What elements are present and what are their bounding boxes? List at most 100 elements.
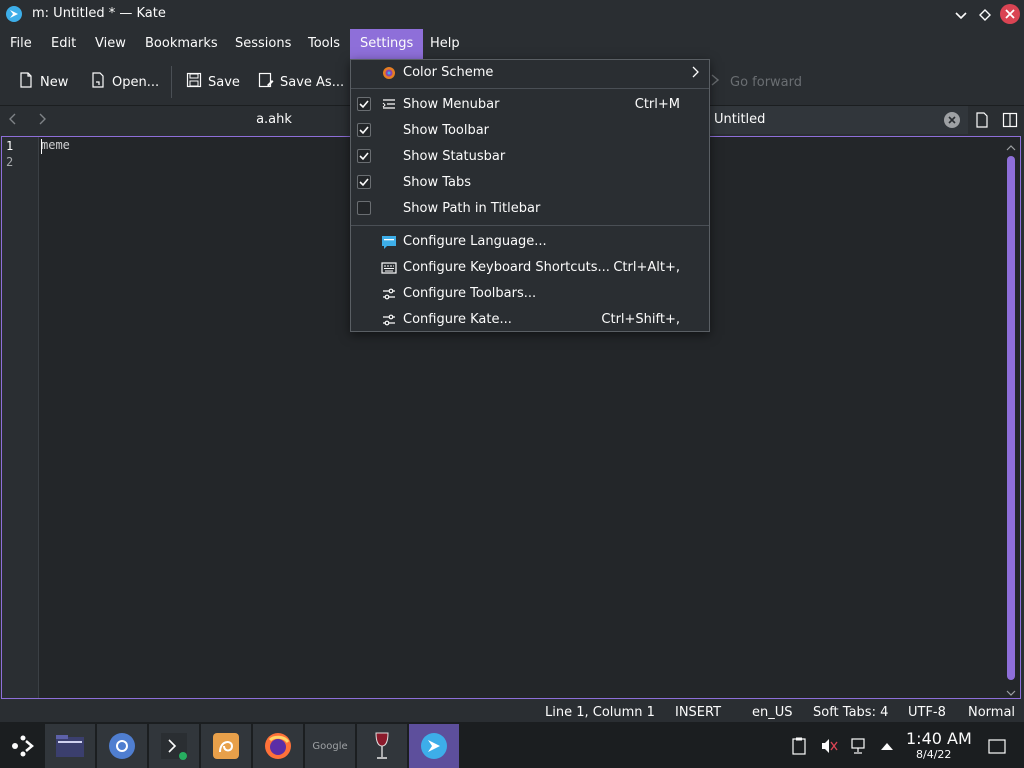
new-button[interactable]: New bbox=[18, 67, 68, 97]
line-number: 2 bbox=[6, 155, 14, 169]
menu-item-color-scheme[interactable]: Color Scheme bbox=[351, 60, 709, 86]
clock-date[interactable]: 8/4/22 bbox=[916, 748, 951, 761]
clock-time[interactable]: 1:40 AM bbox=[906, 729, 972, 748]
menu-view[interactable]: View bbox=[85, 29, 136, 59]
text-cursor bbox=[41, 139, 42, 154]
clipboard-icon[interactable] bbox=[791, 737, 807, 759]
new-tab-icon[interactable] bbox=[974, 112, 990, 132]
save-as-icon bbox=[258, 72, 274, 92]
menu-item-shortcut: Ctrl+Shift+, bbox=[601, 312, 680, 327]
toolbar-separator bbox=[171, 66, 172, 98]
menu-tools[interactable]: Tools bbox=[298, 29, 350, 59]
menu-item-label: Show Statusbar bbox=[403, 149, 506, 164]
google-label: Google bbox=[312, 740, 348, 752]
checkbox-unchecked[interactable] bbox=[357, 201, 371, 215]
maximize-button[interactable] bbox=[976, 6, 994, 24]
checkbox-checked[interactable] bbox=[357, 149, 371, 163]
menu-separator bbox=[351, 225, 709, 226]
menu-item-show-statusbar[interactable]: Show Statusbar bbox=[351, 144, 709, 170]
open-document-icon bbox=[90, 72, 106, 92]
menu-item-label: Show Toolbar bbox=[403, 123, 490, 138]
menu-item-label: Color Scheme bbox=[403, 65, 494, 80]
menu-item-label: Configure Keyboard Shortcuts... bbox=[403, 260, 610, 275]
edit-mode[interactable]: INSERT bbox=[675, 705, 721, 720]
save-as-button-label: Save As... bbox=[280, 74, 345, 90]
menu-item-shortcut: Ctrl+Alt+, bbox=[613, 260, 680, 275]
line-number: 1 bbox=[6, 139, 14, 153]
konsole-icon[interactable] bbox=[149, 724, 199, 768]
menu-bookmarks[interactable]: Bookmarks bbox=[135, 29, 228, 59]
wine-icon[interactable] bbox=[357, 724, 407, 768]
go-forward-icon bbox=[710, 74, 720, 90]
kate-app-icon[interactable] bbox=[6, 6, 22, 22]
menu-item-label: Show Tabs bbox=[403, 175, 471, 190]
scrollbar-thumb[interactable] bbox=[1007, 156, 1015, 680]
file-manager-icon[interactable] bbox=[45, 724, 95, 768]
menu-item-configure-toolbars[interactable]: Configure Toolbars... bbox=[351, 281, 709, 307]
meld-icon[interactable] bbox=[201, 724, 251, 768]
menu-item-label: Configure Toolbars... bbox=[403, 286, 537, 301]
tab-scroll-right-icon[interactable] bbox=[37, 112, 47, 130]
menu-help[interactable]: Help bbox=[420, 29, 470, 59]
menu-item-label: Configure Language... bbox=[403, 234, 547, 249]
submenu-arrow-icon bbox=[691, 66, 699, 82]
save-button[interactable]: Save bbox=[186, 67, 240, 97]
menu-item-configure-keyboard-shortcuts[interactable]: Configure Keyboard Shortcuts... Ctrl+Alt… bbox=[351, 255, 709, 281]
split-view-icon[interactable] bbox=[1002, 112, 1018, 132]
menu-item-show-toolbar[interactable]: Show Toolbar bbox=[351, 118, 709, 144]
menu-item-label: Show Path in Titlebar bbox=[403, 201, 541, 216]
tab-untitled[interactable]: Untitled bbox=[706, 106, 968, 134]
code-line[interactable]: meme bbox=[41, 138, 70, 152]
volume-muted-icon[interactable] bbox=[820, 737, 838, 759]
save-as-button[interactable]: Save As... bbox=[258, 67, 344, 97]
close-tab-icon[interactable] bbox=[944, 112, 960, 128]
input-mode[interactable]: Normal bbox=[968, 705, 1015, 720]
line-number-gutter bbox=[2, 137, 39, 698]
close-window-button[interactable] bbox=[1000, 4, 1020, 24]
firefox-icon[interactable] bbox=[253, 724, 303, 768]
chromium-icon[interactable] bbox=[97, 724, 147, 768]
color-scheme-icon bbox=[381, 65, 397, 81]
show-menubar-icon bbox=[381, 97, 397, 113]
checkbox-checked[interactable] bbox=[357, 123, 371, 137]
configure-icon bbox=[381, 286, 397, 302]
menu-item-show-path-in-titlebar[interactable]: Show Path in Titlebar bbox=[351, 196, 709, 222]
menu-separator bbox=[351, 88, 709, 89]
checkbox-checked[interactable] bbox=[357, 97, 371, 111]
cursor-position[interactable]: Line 1, Column 1 bbox=[545, 705, 655, 720]
go-forward-button[interactable]: Go forward bbox=[710, 67, 802, 97]
scroll-up-icon[interactable] bbox=[1006, 141, 1016, 156]
show-desktop-icon[interactable] bbox=[988, 737, 1006, 759]
launcher-icon[interactable] bbox=[10, 733, 36, 763]
kate-taskbar-icon[interactable] bbox=[409, 724, 459, 768]
open-button[interactable]: Open... bbox=[90, 67, 159, 97]
new-document-icon bbox=[18, 72, 34, 92]
indentation-setting[interactable]: Soft Tabs: 4 bbox=[813, 705, 888, 720]
tab-scroll-left-icon[interactable] bbox=[8, 112, 18, 130]
configure-icon bbox=[381, 312, 397, 328]
keyboard-icon bbox=[381, 260, 397, 276]
menu-file[interactable]: File bbox=[0, 29, 42, 59]
menu-item-show-menubar[interactable]: Show Menubar Ctrl+M bbox=[351, 92, 709, 118]
dictionary-language[interactable]: en_US bbox=[752, 705, 793, 720]
checkbox-checked[interactable] bbox=[357, 175, 371, 189]
save-button-label: Save bbox=[208, 74, 240, 90]
google-icon[interactable]: Google bbox=[305, 724, 355, 768]
menu-item-shortcut: Ctrl+M bbox=[634, 97, 680, 112]
go-forward-label: Go forward bbox=[730, 74, 803, 90]
network-icon[interactable] bbox=[850, 737, 868, 759]
expand-tray-icon[interactable] bbox=[880, 740, 894, 755]
language-icon bbox=[381, 234, 397, 250]
new-button-label: New bbox=[40, 74, 69, 90]
encoding[interactable]: UTF-8 bbox=[908, 705, 946, 720]
save-icon bbox=[186, 72, 202, 92]
minimize-button[interactable] bbox=[952, 6, 970, 24]
menu-item-configure-kate[interactable]: Configure Kate... Ctrl+Shift+, bbox=[351, 307, 709, 333]
menu-item-configure-language[interactable]: Configure Language... bbox=[351, 229, 709, 255]
menu-edit[interactable]: Edit bbox=[41, 29, 86, 59]
menu-settings[interactable]: Settings bbox=[350, 29, 424, 59]
menu-sessions[interactable]: Sessions bbox=[225, 29, 301, 59]
scroll-down-icon[interactable] bbox=[1006, 686, 1016, 701]
menu-item-show-tabs[interactable]: Show Tabs bbox=[351, 170, 709, 196]
window-title: m: Untitled * — Kate bbox=[32, 6, 166, 21]
